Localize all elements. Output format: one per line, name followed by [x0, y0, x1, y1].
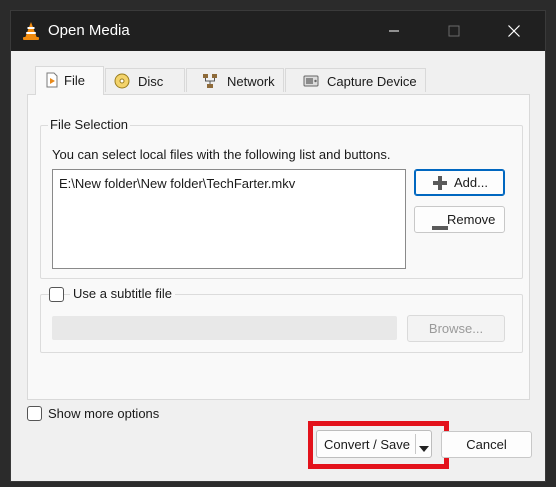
tab-network-label: Network [227, 74, 275, 89]
tab-disc-label: Disc [138, 74, 164, 89]
convert-save-label: Convert / Save [324, 437, 410, 452]
vlc-cone-icon [21, 21, 41, 41]
file-list[interactable]: E:\New folder\New folder\TechFarter.mkv [52, 169, 406, 269]
tab-file[interactable]: File [35, 66, 104, 95]
minimize-icon [389, 30, 399, 32]
cancel-button[interactable]: Cancel [441, 431, 532, 458]
browse-button: Browse... [407, 315, 505, 342]
add-button-label: Add... [454, 175, 488, 190]
subtitle-path-field [52, 316, 397, 340]
maximize-icon [448, 25, 460, 37]
tab-disc[interactable]: Disc [105, 68, 185, 92]
file-selection-group: File Selection You can select local file… [40, 117, 523, 279]
add-button[interactable]: Add... [414, 169, 505, 196]
subtitle-checkbox[interactable] [49, 287, 64, 302]
tab-capture-device[interactable]: Capture Device [285, 68, 426, 92]
subtitle-group: Use a subtitle file Browse... [40, 286, 523, 353]
split-divider [415, 434, 416, 454]
close-button[interactable] [491, 11, 537, 51]
open-media-dialog: Open Media File Disc Network Capture Dev… [10, 10, 546, 482]
plus-icon [432, 176, 448, 193]
list-item[interactable]: E:\New folder\New folder\TechFarter.mkv [59, 176, 295, 191]
tab-file-label: File [64, 73, 85, 88]
convert-save-button[interactable]: Convert / Save [316, 430, 432, 458]
window-title: Open Media [48, 22, 130, 39]
title-bar[interactable]: Open Media [11, 11, 545, 51]
file-selection-hint: You can select local files with the foll… [52, 147, 391, 162]
close-icon [508, 25, 520, 37]
show-more-options-label[interactable]: Show more options [48, 406, 159, 421]
dropdown-arrow-icon[interactable] [419, 441, 429, 456]
remove-button-label: Remove [447, 212, 496, 227]
network-icon [202, 73, 219, 89]
capture-device-icon [303, 73, 320, 89]
show-more-options-checkbox[interactable] [27, 406, 42, 421]
file-play-icon [44, 72, 61, 88]
maximize-button [431, 11, 477, 51]
tab-network[interactable]: Network [186, 68, 284, 92]
subtitle-checkbox-label[interactable]: Use a subtitle file [70, 286, 175, 301]
file-tab-panel: File Selection You can select local file… [27, 94, 530, 400]
remove-button[interactable]: Remove [414, 206, 505, 233]
file-selection-title: File Selection [48, 117, 131, 132]
minimize-button[interactable] [371, 11, 417, 51]
disc-icon [114, 73, 131, 89]
tab-capture-device-label: Capture Device [327, 74, 417, 89]
minus-icon [432, 218, 448, 233]
